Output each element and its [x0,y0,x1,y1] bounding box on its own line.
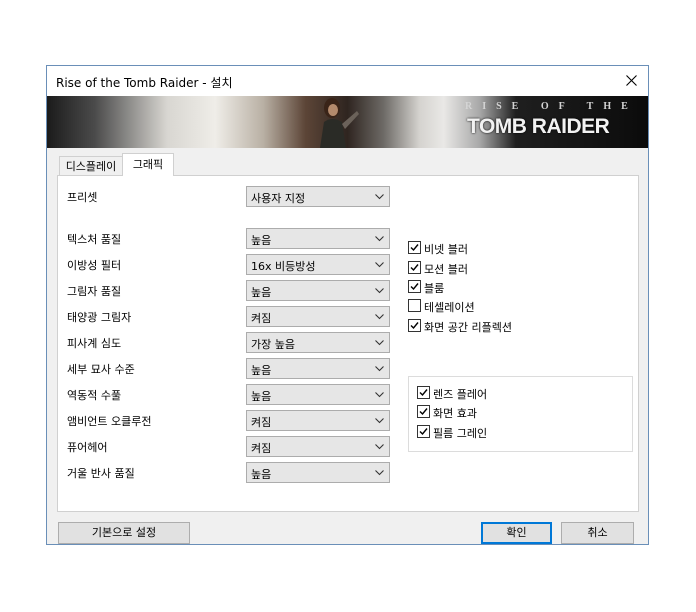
chevron-down-icon [375,262,384,268]
depth-of-field-select[interactable]: 가장 높음 [246,332,390,353]
check-icon [410,244,419,252]
checkbox-box[interactable] [408,261,421,274]
setting-value: 16x 비등방성 [251,260,316,273]
ambient-occlusion-select[interactable]: 켜짐 [246,410,390,431]
setting-label-shadow: 그림자 품질 [67,285,122,298]
game-banner: RISE OF THE TOMB RAIDER [47,96,648,148]
checkbox-label: 블룸 [424,282,445,295]
anisotropic-filter-select[interactable]: 16x 비등방성 [246,254,390,275]
setting-label-anisotropic: 이방성 필터 [67,259,122,272]
setting-value: 켜짐 [251,442,272,455]
close-icon [626,75,637,86]
chevron-down-icon [375,314,384,320]
sun-shadow-select[interactable]: 켜짐 [246,306,390,327]
setting-label-sun-shadow: 태양광 그림자 [67,311,132,324]
chevron-down-icon [375,392,384,398]
chevron-down-icon [375,444,384,450]
chevron-down-icon [375,194,384,200]
checkbox-box[interactable] [408,241,421,254]
setting-value: 높음 [251,234,272,247]
check-icon [419,428,428,436]
setting-label-dynamic-foliage: 역동적 수풀 [67,389,122,402]
ok-button[interactable]: 확인 [481,522,552,544]
logo-title: TOMB RAIDER [467,115,610,138]
setting-label-texture: 텍스처 품질 [67,233,122,246]
lara-croft-image [320,98,359,148]
check-icon [410,322,419,330]
check-icon [419,408,428,416]
preset-value: 사용자 지정 [251,192,306,205]
setting-label-ambient-occlusion: 앰비언트 오클루전 [67,415,152,428]
setting-value: 높음 [251,286,272,299]
check-icon [410,283,419,291]
setting-value: 높음 [251,468,272,481]
post-effects-group: 렌즈 플레어 화면 효과 필름 그레인 [408,376,633,452]
checkbox-label: 필름 그레인 [433,427,488,440]
chevron-down-icon [375,288,384,294]
checkbox-box[interactable] [408,319,421,332]
setting-value: 켜짐 [251,312,272,325]
setup-dialog: Rise of the Tomb Raider - 설치 RISE OF THE… [46,65,649,545]
setting-value: 높음 [251,364,272,377]
check-icon [410,264,419,272]
texture-quality-select[interactable]: 높음 [246,228,390,249]
window-title: Rise of the Tomb Raider - 설치 [56,76,233,90]
checkbox-box[interactable] [408,299,421,312]
dynamic-foliage-select[interactable]: 높음 [246,384,390,405]
checkbox-box[interactable] [417,386,430,399]
chevron-down-icon [375,236,384,242]
restore-defaults-button[interactable]: 기본으로 설정 [58,522,190,544]
preset-select[interactable]: 사용자 지정 [246,186,390,207]
checkbox-label: 화면 효과 [433,407,477,420]
graphics-panel: 프리셋 사용자 지정 텍스처 품질 높음 이방성 필터 16x 비등방성 그림자… [57,175,639,512]
setting-label-reflection: 거울 반사 품질 [67,467,135,480]
checkbox-label: 화면 공간 리플렉션 [424,321,512,334]
level-of-detail-select[interactable]: 높음 [246,358,390,379]
checkbox-label: 테셀레이션 [424,301,475,314]
check-icon [419,389,428,397]
chevron-down-icon [375,470,384,476]
cancel-button[interactable]: 취소 [561,522,634,544]
checkbox-box[interactable] [408,280,421,293]
setting-label-purehair: 퓨어헤어 [67,441,108,454]
reflection-quality-select[interactable]: 높음 [246,462,390,483]
preset-label: 프리셋 [67,191,98,204]
shadow-quality-select[interactable]: 높음 [246,280,390,301]
close-button[interactable] [614,66,648,96]
chevron-down-icon [375,340,384,346]
checkbox-box[interactable] [417,425,430,438]
checkbox-label: 비넷 블러 [424,243,468,256]
setting-value: 높음 [251,390,272,403]
setting-label-level-of-detail: 세부 묘사 수준 [67,363,135,376]
checkbox-box[interactable] [417,405,430,418]
tab-graphics[interactable]: 그래픽 [122,153,174,176]
title-bar: Rise of the Tomb Raider - 설치 [47,66,648,96]
checkbox-label: 모션 블러 [424,263,468,276]
chevron-down-icon [375,418,384,424]
setting-value: 가장 높음 [251,338,295,351]
checkbox-label: 렌즈 플레어 [433,388,488,401]
setting-label-depth-of-field: 피사계 심도 [67,337,122,350]
purehair-select[interactable]: 켜짐 [246,436,390,457]
logo-subtitle: RISE OF THE [465,101,638,112]
chevron-down-icon [375,366,384,372]
tab-display[interactable]: 디스플레이 [59,156,123,176]
setting-value: 켜짐 [251,416,272,429]
